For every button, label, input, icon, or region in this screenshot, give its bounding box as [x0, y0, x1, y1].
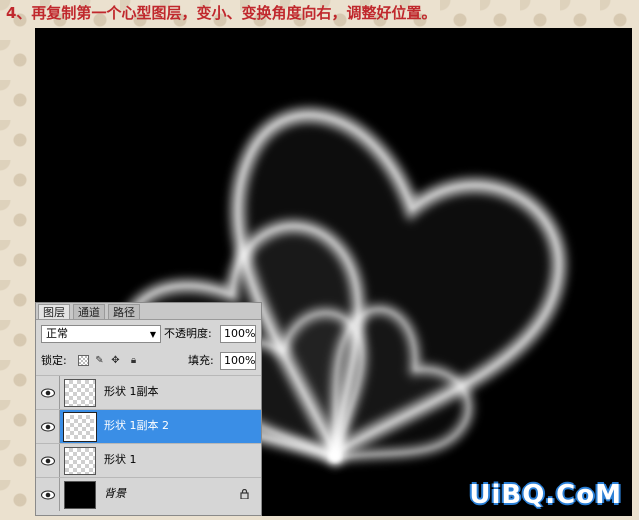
- page-title: 4、再复制第一个心型图层，变小、变换角度向右，调整好位置。: [6, 4, 437, 22]
- watermark-logo: UiBQ.CoM: [469, 480, 622, 510]
- layer-thumbnail: [64, 481, 96, 509]
- blend-opacity-row: 正常 ▼ 不透明度: 100%: [36, 321, 261, 347]
- layer-thumbnail: [64, 379, 96, 407]
- panel-tabs: 图层 通道 路径: [36, 303, 261, 320]
- lock-icon: [240, 488, 249, 502]
- layers-panel: 图层 通道 路径 正常 ▼ 不透明度: 100% 锁定: ✎ ✥ 🔒︎ 填充: …: [35, 302, 262, 516]
- visibility-eye-icon[interactable]: [36, 410, 60, 443]
- opacity-label: 不透明度:: [164, 327, 212, 340]
- visibility-eye-icon[interactable]: [36, 376, 60, 409]
- lock-label: 锁定:: [41, 354, 67, 367]
- lock-move-icon[interactable]: ✥: [110, 355, 121, 366]
- blend-mode-select[interactable]: 正常 ▼: [41, 325, 161, 343]
- chevron-down-icon: ▼: [149, 330, 156, 339]
- layer-name: 形状 1副本: [104, 385, 159, 398]
- tab-paths[interactable]: 路径: [108, 304, 140, 319]
- blend-mode-value: 正常: [46, 327, 68, 340]
- fill-field[interactable]: 100%: [220, 352, 256, 370]
- tab-channels[interactable]: 通道: [73, 304, 105, 319]
- layer-name: 背景: [104, 487, 126, 500]
- lock-paint-brush-icon[interactable]: ✎: [94, 355, 105, 366]
- lock-fill-row: 锁定: ✎ ✥ 🔒︎ 填充: 100%: [36, 349, 261, 373]
- opacity-field[interactable]: 100%: [220, 325, 256, 343]
- layer-row-background[interactable]: 背景: [36, 477, 261, 511]
- layer-thumbnail: [63, 412, 97, 442]
- layer-thumbnail: [64, 447, 96, 475]
- lock-transparency-icon[interactable]: [78, 355, 89, 366]
- tab-layers[interactable]: 图层: [38, 304, 70, 319]
- layer-name: 形状 1副本 2: [104, 419, 169, 432]
- visibility-eye-icon[interactable]: [36, 444, 60, 477]
- layer-row-selected[interactable]: 形状 1副本 2: [36, 409, 261, 443]
- visibility-eye-icon[interactable]: [36, 478, 60, 511]
- lock-all-icon[interactable]: 🔒︎: [128, 355, 139, 366]
- layer-row[interactable]: 形状 1副本: [36, 375, 261, 409]
- layer-name: 形状 1: [104, 453, 137, 466]
- layer-row[interactable]: 形状 1: [36, 443, 261, 477]
- fill-label: 填充:: [188, 354, 214, 367]
